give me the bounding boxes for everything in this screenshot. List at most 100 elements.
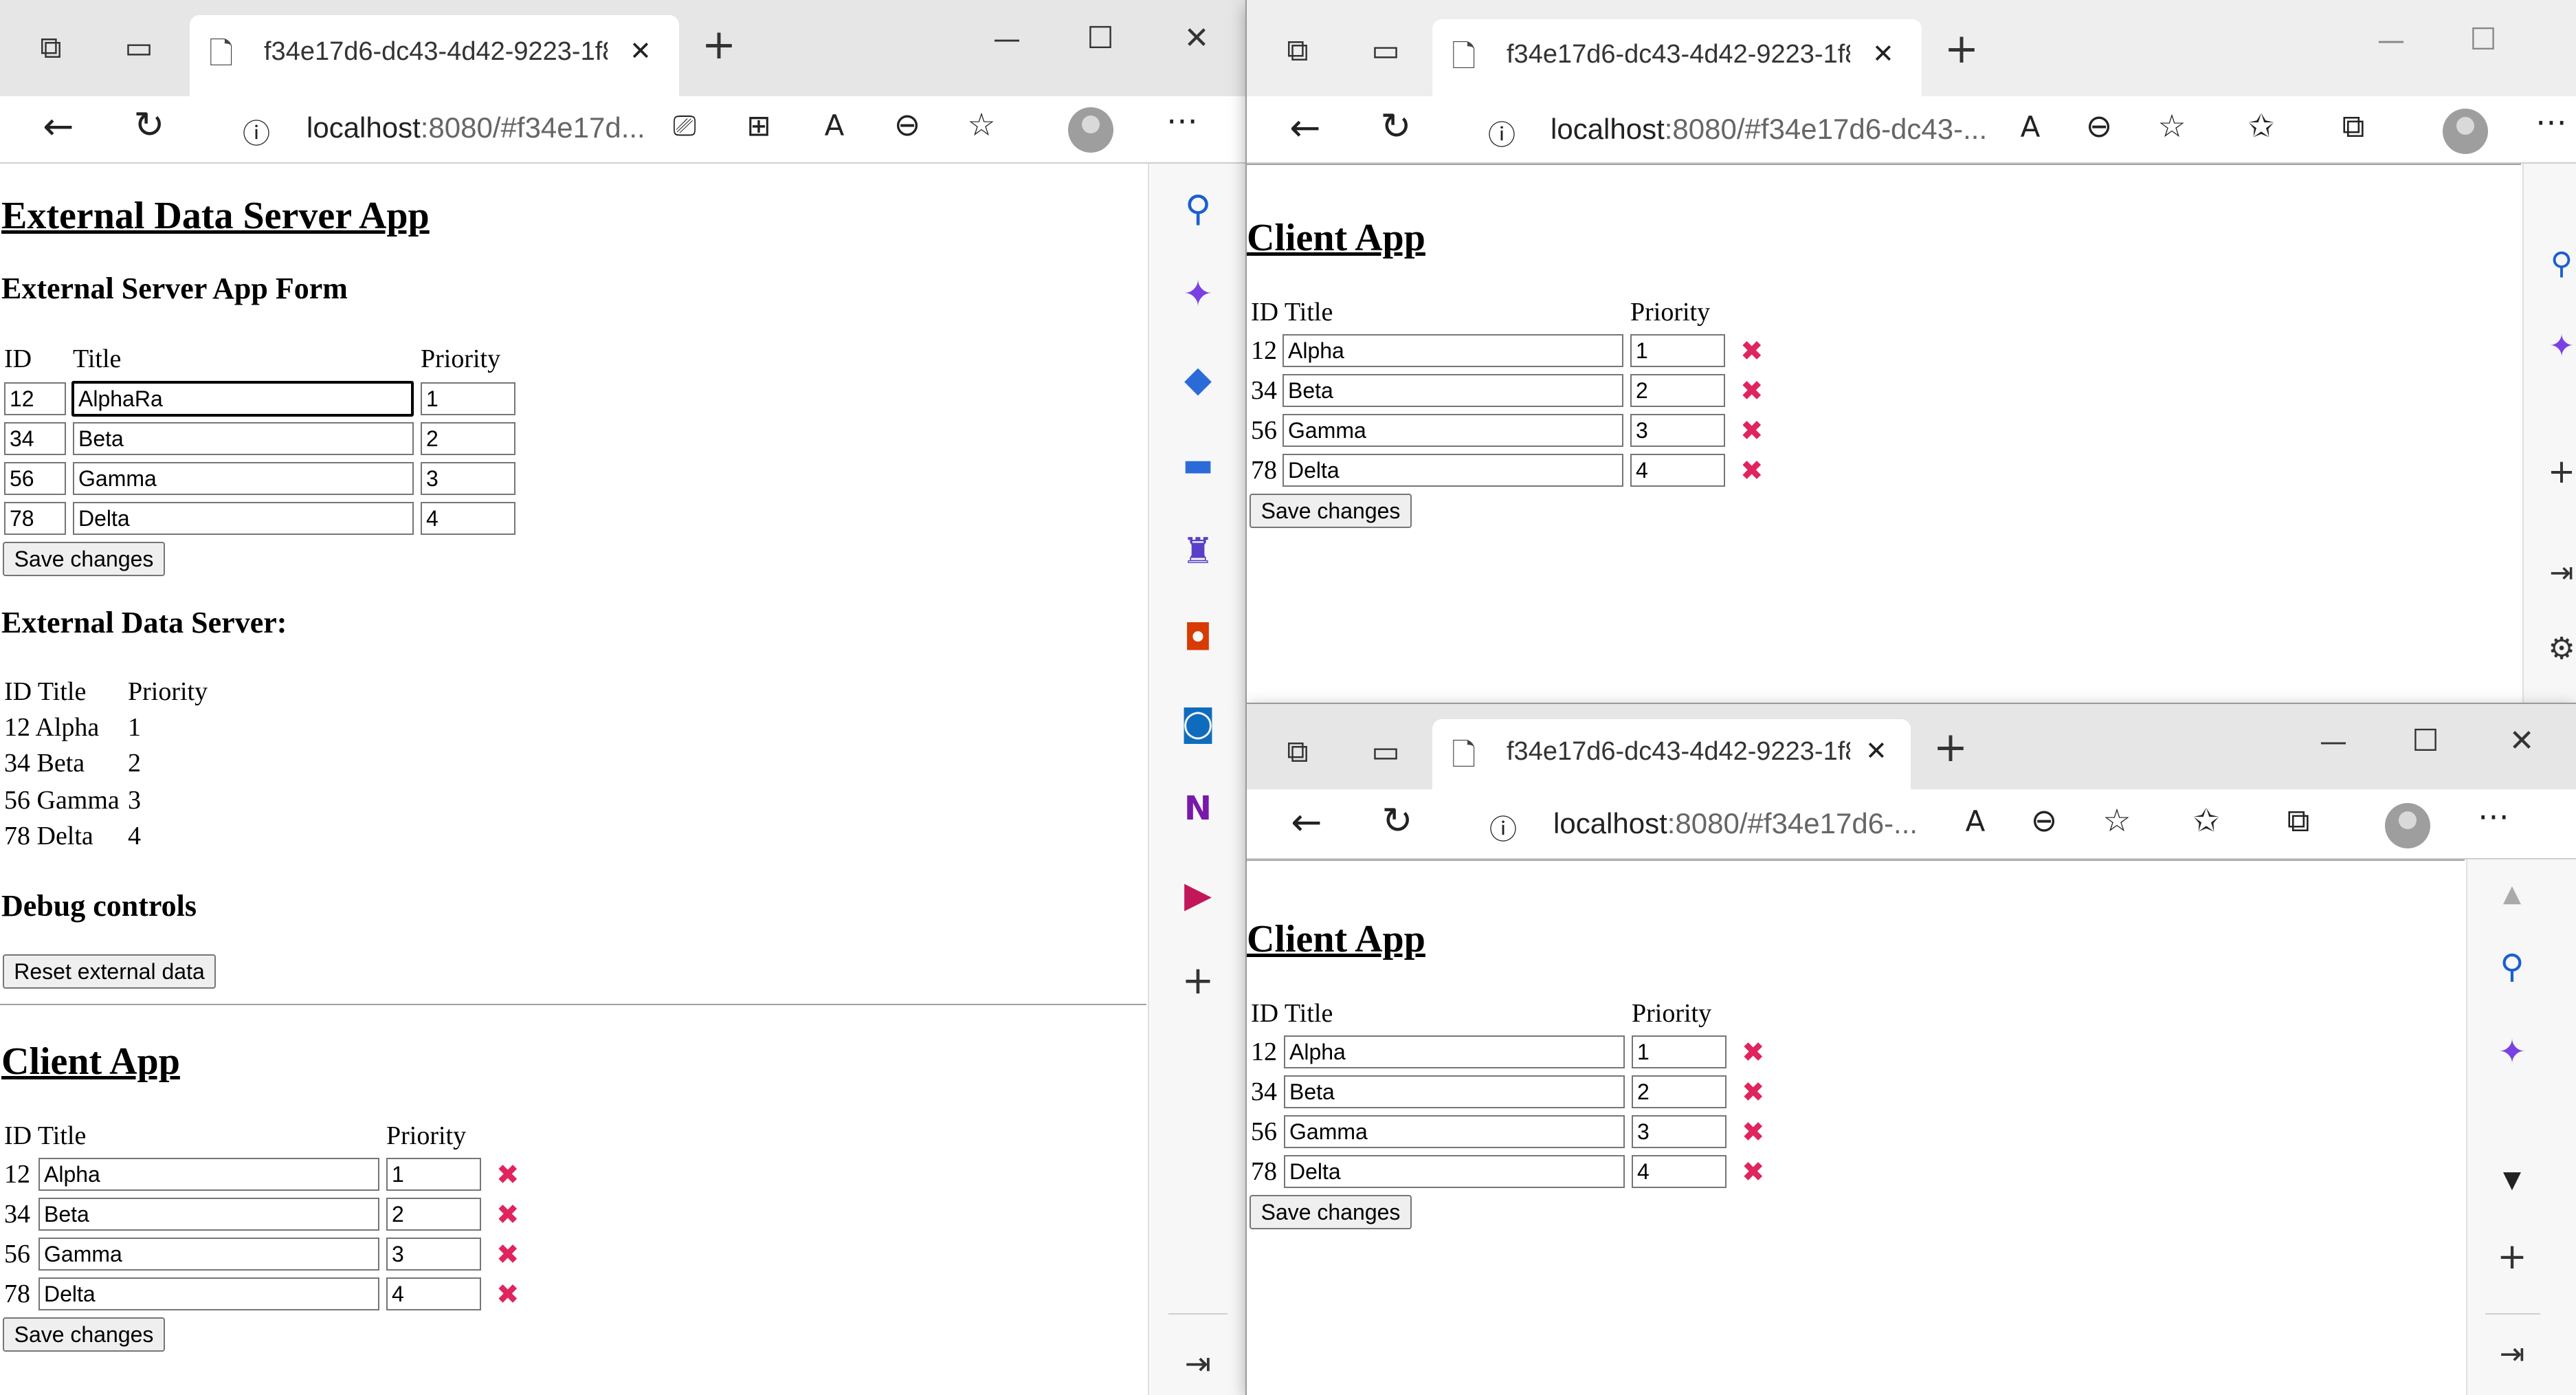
server-priority-input[interactable]: 1 [421,382,515,415]
client-priority-input[interactable]: 2 [1630,374,1725,407]
delete-row-icon[interactable]: ✖ [1742,1077,1765,1108]
read-aloud-icon[interactable]: A [814,109,855,142]
profile-avatar[interactable] [2385,803,2430,848]
delete-row-icon[interactable]: ✖ [1740,375,1764,407]
site-info-icon[interactable]: ⓘ [1486,807,1520,847]
client-title-input[interactable]: Beta [1283,374,1623,407]
search-icon[interactable]: ⚲ [1174,188,1222,230]
server-title-input[interactable]: AlphaRa [71,381,414,417]
delete-row-icon[interactable]: ✖ [1742,1117,1765,1148]
client-title-input[interactable]: Gamma [38,1238,379,1271]
delete-row-icon[interactable]: ✖ [496,1239,520,1271]
client-title-input[interactable]: Delta [38,1277,379,1310]
favorites-icon[interactable]: ✩ [2241,107,2282,144]
delete-row-icon[interactable]: ✖ [1740,336,1764,367]
shopping-tag-icon[interactable]: ◆ [1174,359,1222,400]
tab-active[interactable]: 🗋 f34e17d6-dc43-4d42-9223-1f8e ✕ [1432,19,1922,96]
client-save-button[interactable]: Save changes [1250,1195,1412,1229]
client-title-input[interactable]: Alpha [38,1158,379,1191]
delete-row-icon[interactable]: ✖ [1740,415,1764,447]
workspaces-icon[interactable]: ⧉ [1277,734,1318,769]
address-bar[interactable]: localhost:8080/#f34e17d... [307,111,650,144]
tab-close-icon[interactable]: ✕ [630,36,652,66]
site-info-icon[interactable]: ⓘ [1485,113,1519,153]
server-id-input[interactable]: 34 [4,422,66,455]
refresh-icon[interactable]: ↻ [1372,105,1420,148]
delete-row-icon[interactable]: ✖ [496,1199,520,1231]
site-info-icon[interactable]: ⓘ [239,111,274,151]
games-icon[interactable]: ♜ [1174,531,1222,572]
office-icon[interactable]: ◘ [1174,617,1222,659]
cast-icon[interactable]: ⎚ [664,109,705,143]
delete-row-icon[interactable]: ✖ [496,1279,520,1310]
client-title-input[interactable]: Beta [1284,1075,1625,1108]
collections-icon[interactable]: ⧉ [2278,802,2319,840]
new-tab-icon[interactable]: + [694,21,744,69]
client-priority-input[interactable]: 1 [1630,334,1725,367]
client-priority-input[interactable]: 1 [386,1158,481,1191]
add-sidebar-icon[interactable]: + [1174,958,1222,1003]
add-sidebar-icon[interactable]: + [2488,1236,2536,1277]
read-aloud-icon[interactable]: A [2010,110,2051,144]
server-priority-input[interactable]: 2 [421,422,515,455]
minimize-icon[interactable]: — [983,23,1031,55]
zoom-out-icon[interactable]: ⊖ [887,106,928,143]
hide-sidebar-icon[interactable]: ⇥ [2488,1337,2536,1372]
client-priority-input[interactable]: 1 [1632,1035,1726,1068]
tab-actions-icon[interactable]: ▭ [118,30,159,65]
maximize-icon[interactable]: ☐ [2459,22,2507,57]
client-save-button[interactable]: Save changes [3,1317,165,1352]
client-priority-input[interactable]: 2 [386,1198,481,1231]
server-id-input[interactable]: 12 [4,382,66,415]
client-priority-input[interactable]: 3 [1630,414,1725,447]
scroll-up-icon[interactable]: ▲ [2488,880,2536,908]
add-sidebar-icon[interactable]: + [2544,452,2576,491]
back-icon[interactable]: ← [1283,800,1331,844]
back-icon[interactable]: ← [1281,106,1329,149]
apps-icon[interactable]: ⊞ [738,109,779,142]
more-menu-icon[interactable]: ⋯ [1162,102,1203,139]
tab-active[interactable]: 🗋 f34e17d6-dc43-4d42-9223-1f8e ✕ [1432,719,1911,789]
server-priority-input[interactable]: 3 [421,462,515,495]
read-aloud-icon[interactable]: A [1955,804,1996,838]
server-id-input[interactable]: 78 [4,502,66,535]
client-priority-input[interactable]: 4 [386,1277,481,1310]
new-tab-icon[interactable]: + [1937,25,1986,73]
client-title-input[interactable]: Gamma [1284,1115,1625,1148]
onenote-icon[interactable]: N [1174,789,1222,828]
back-icon[interactable]: ← [34,105,82,148]
tab-close-icon[interactable]: ✕ [1865,736,1887,766]
add-favorite-icon[interactable]: ☆ [2096,802,2138,839]
client-title-input[interactable]: Alpha [1283,334,1623,367]
refresh-icon[interactable]: ↻ [125,103,173,146]
server-title-input[interactable]: Beta [73,422,414,455]
client-title-input[interactable]: Gamma [1283,414,1623,447]
minimize-icon[interactable]: — [2309,726,2357,758]
client-priority-input[interactable]: 4 [1630,454,1725,487]
search-icon[interactable]: ⚲ [2488,947,2536,986]
address-bar[interactable]: localhost:8080/#f34e17d6-dc43-... [1551,113,1997,146]
outlook-icon[interactable]: ◙ [1174,703,1222,744]
workspaces-icon[interactable]: ⧉ [1277,33,1318,68]
workspaces-icon[interactable]: ⧉ [30,30,71,65]
delete-row-icon[interactable]: ✖ [496,1159,520,1191]
profile-avatar[interactable] [2443,109,2488,154]
delete-row-icon[interactable]: ✖ [1742,1156,1765,1188]
new-tab-icon[interactable]: + [1926,723,1975,771]
zoom-out-icon[interactable]: ⊖ [2023,802,2065,839]
copilot-icon[interactable]: ✦ [2488,1033,2536,1071]
hide-sidebar-icon[interactable]: ⇥ [2544,556,2576,589]
client-title-input[interactable]: Beta [38,1198,379,1231]
copilot-icon[interactable]: ✦ [1174,274,1222,315]
search-icon[interactable]: ⚲ [2544,246,2576,281]
reset-external-data-button[interactable]: Reset external data [3,954,216,989]
window-close-icon[interactable]: ✕ [2498,723,2546,758]
server-id-input[interactable]: 56 [4,462,66,495]
media-icon[interactable]: ▶ [1174,875,1222,916]
refresh-icon[interactable]: ↻ [1373,799,1421,842]
client-title-input[interactable]: Delta [1284,1155,1625,1188]
server-title-input[interactable]: Delta [73,502,414,535]
add-favorite-icon[interactable]: ☆ [2151,107,2192,144]
more-menu-icon[interactable]: ⋯ [2531,103,2572,140]
server-priority-input[interactable]: 4 [421,502,515,535]
